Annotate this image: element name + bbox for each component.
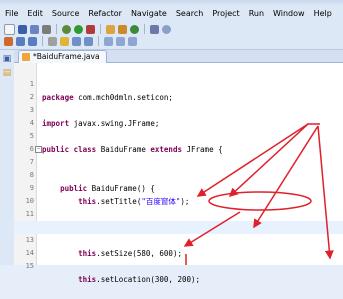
highlight-circle (208, 191, 312, 211)
arrow-to-location (183, 211, 241, 247)
arrow-to-x (196, 123, 309, 197)
arrow-to-size (253, 125, 319, 229)
arrow-right-down (317, 125, 334, 260)
code-text: this.setLocation(300, 200); (78, 275, 201, 284)
annotation-overlay (183, 123, 334, 265)
